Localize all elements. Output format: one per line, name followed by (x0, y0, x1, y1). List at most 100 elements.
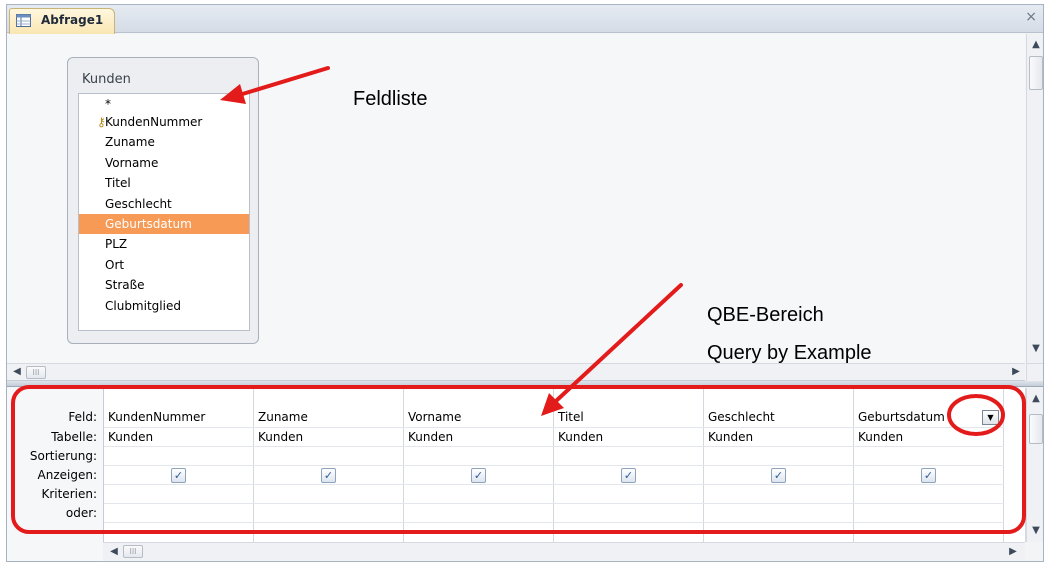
qbe-horizontal-scrollbar[interactable]: ◀ III ▶ (103, 542, 1025, 560)
field-item[interactable]: Straße (79, 275, 249, 295)
show-checkbox[interactable]: ✓ (321, 468, 336, 483)
field-item[interactable]: Geburtsdatum (79, 214, 249, 234)
qbe-cell-anzeigen[interactable]: ✓ (104, 466, 254, 485)
field-item[interactable]: Ort (79, 255, 249, 275)
qbe-cell-tabelle[interactable]: Kunden (854, 428, 1004, 447)
qbe-cell-feld[interactable]: Vorname (404, 407, 554, 428)
qbe-cell-sortierung[interactable] (404, 447, 554, 466)
field-item-label: KundenNummer (105, 115, 203, 129)
qbe-cell-kriterien[interactable] (704, 485, 854, 504)
qbe-cell-feld-text: Vorname (408, 410, 462, 424)
scroll-down-icon[interactable]: ▼ (1029, 524, 1043, 538)
field-item-label: Zuname (105, 135, 155, 150)
scroll-right-icon[interactable]: ▶ (1009, 365, 1023, 379)
scroll-up-icon[interactable]: ▲ (1029, 392, 1043, 406)
qbe-cell-kriterien[interactable] (854, 485, 1004, 504)
qbe-cell-tabelle[interactable]: Kunden (254, 428, 404, 447)
scrollbar-thumb[interactable]: III (123, 545, 143, 558)
design-horizontal-scrollbar[interactable]: ◀ III ▶ (7, 363, 1025, 381)
qbe-column: Geschlecht Kunden ✓ (704, 388, 854, 542)
design-vertical-scrollbar[interactable]: ▲ ▼ (1026, 34, 1043, 363)
qbe-cell-tabelle-text: Kunden (258, 430, 304, 444)
qbe-cell-tabelle[interactable]: Kunden (704, 428, 854, 447)
query-design-window: Abfrage1 × Kunden * ⚷ KundenNummer Zuname Vo… (6, 4, 1044, 562)
qbe-cell-tabelle-text: Kunden (108, 430, 154, 444)
qbe-cell-feld[interactable]: Geschlecht (704, 407, 854, 428)
show-checkbox[interactable]: ✓ (771, 468, 786, 483)
row-label-feld: Feld: (68, 410, 97, 424)
field-item[interactable]: Zuname (79, 132, 249, 152)
qbe-cell-oder[interactable] (704, 504, 854, 523)
qbe-cell-feld[interactable]: Zuname (254, 407, 404, 428)
scrollbar-thumb[interactable] (1029, 56, 1043, 90)
row-label-kriterien: Kriterien: (41, 487, 97, 501)
qbe-cell-feld[interactable]: Titel (554, 407, 704, 428)
document-tab-strip: Abfrage1 × (7, 5, 1043, 34)
field-item[interactable]: Vorname (79, 153, 249, 173)
field-item[interactable]: Titel (79, 173, 249, 193)
qbe-cell-kriterien[interactable] (404, 485, 554, 504)
show-checkbox[interactable]: ✓ (621, 468, 636, 483)
scroll-down-icon[interactable]: ▼ (1029, 342, 1043, 356)
field-list-title[interactable]: Kunden (82, 72, 131, 87)
qbe-cell-feld[interactable]: Geburtsdatum ▼ (854, 407, 1004, 428)
qbe-cell-anzeigen[interactable]: ✓ (254, 466, 404, 485)
field-item[interactable]: Geschlecht (79, 194, 249, 214)
table-design-area[interactable]: Kunden * ⚷ KundenNummer Zuname Vorname Titel G… (7, 34, 1025, 364)
scrollbar-corner (1026, 363, 1043, 381)
scroll-left-icon[interactable]: ◀ (10, 365, 24, 379)
scrollbar-thumb[interactable] (1029, 414, 1043, 444)
show-checkbox[interactable]: ✓ (471, 468, 486, 483)
show-checkbox[interactable]: ✓ (921, 468, 936, 483)
qbe-cell-feld-text: KundenNummer (108, 410, 206, 424)
qbe-column: Vorname Kunden ✓ (404, 388, 554, 542)
field-item[interactable]: Clubmitglied (79, 296, 249, 316)
qbe-cell-oder[interactable] (854, 504, 1004, 523)
qbe-row-headers: Feld: Tabelle: Sortierung: Anzeigen: Kri… (7, 388, 103, 542)
field-item[interactable]: PLZ (79, 234, 249, 254)
row-label-sortierung: Sortierung: (29, 449, 97, 463)
field-item-label: Titel (105, 176, 131, 191)
pane-splitter[interactable] (7, 381, 1043, 387)
qbe-cell-oder[interactable] (104, 504, 254, 523)
field-item[interactable]: ⚷ KundenNummer (79, 112, 249, 132)
show-checkbox[interactable]: ✓ (171, 468, 186, 483)
field-list-window[interactable]: Kunden * ⚷ KundenNummer Zuname Vorname Titel G… (67, 57, 259, 344)
qbe-cell-sortierung[interactable] (854, 447, 1004, 466)
qbe-cell-sortierung[interactable] (104, 447, 254, 466)
scroll-up-icon[interactable]: ▲ (1029, 38, 1043, 52)
qbe-column: Zuname Kunden ✓ (254, 388, 404, 542)
qbe-cell-tabelle[interactable]: Kunden (404, 428, 554, 447)
qbe-cell-anzeigen[interactable]: ✓ (404, 466, 554, 485)
qbe-cell-kriterien[interactable] (104, 485, 254, 504)
query-icon (16, 14, 31, 27)
qbe-cell-feld[interactable]: KundenNummer (104, 407, 254, 428)
qbe-cell-sortierung[interactable] (554, 447, 704, 466)
qbe-cell-anzeigen[interactable]: ✓ (704, 466, 854, 485)
qbe-cell-kriterien[interactable] (254, 485, 404, 504)
field-dropdown-button[interactable]: ▼ (982, 410, 999, 425)
scroll-left-icon[interactable]: ◀ (107, 545, 121, 559)
qbe-cell-sortierung[interactable] (704, 447, 854, 466)
annotation-qbe-bereich: QBE-Bereich (707, 304, 824, 326)
qbe-cell-oder[interactable] (254, 504, 404, 523)
qbe-cell-anzeigen[interactable]: ✓ (854, 466, 1004, 485)
qbe-cell-oder[interactable] (554, 504, 704, 523)
qbe-cell-kriterien[interactable] (554, 485, 704, 504)
qbe-cell-tabelle[interactable]: Kunden (554, 428, 704, 447)
field-all-asterisk[interactable]: * (79, 94, 249, 114)
qbe-cell-tabelle-text: Kunden (408, 430, 454, 444)
qbe-column-empty[interactable] (1004, 388, 1026, 542)
tab-abfrage1[interactable]: Abfrage1 (9, 8, 115, 34)
qbe-header-spacer (7, 542, 103, 561)
qbe-cell-anzeigen[interactable]: ✓ (554, 466, 704, 485)
scroll-right-icon[interactable]: ▶ (1006, 545, 1020, 559)
qbe-cell-tabelle[interactable]: Kunden (104, 428, 254, 447)
qbe-cell-oder[interactable] (404, 504, 554, 523)
scrollbar-thumb[interactable]: III (26, 366, 46, 379)
close-icon[interactable]: × (1025, 10, 1037, 24)
qbe-column: Geburtsdatum ▼ Kunden ✓ (854, 388, 1004, 542)
qbe-vertical-scrollbar[interactable]: ▲ ▼ (1026, 388, 1043, 542)
qbe-cell-sortierung[interactable] (254, 447, 404, 466)
row-label-anzeigen: Anzeigen: (37, 468, 97, 482)
